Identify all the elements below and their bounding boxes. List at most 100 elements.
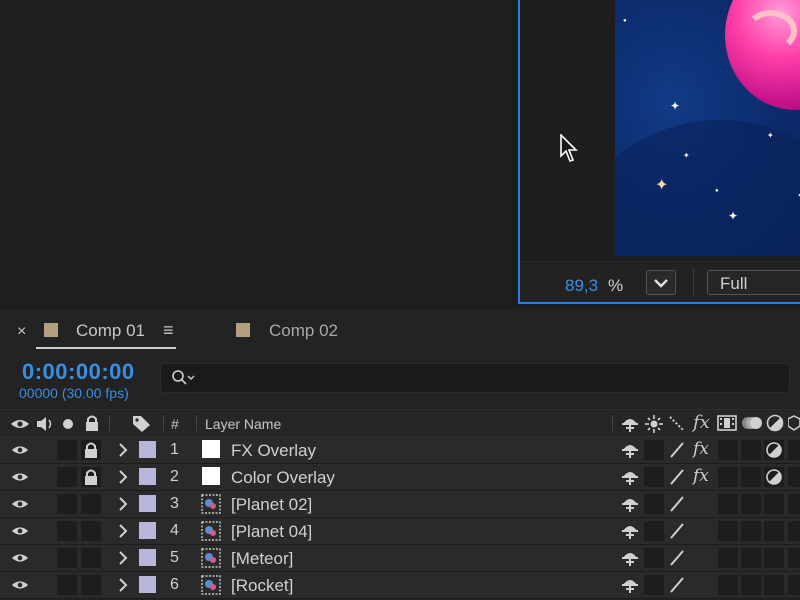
eye-icon[interactable] <box>11 525 29 537</box>
layer-row[interactable]: 2 Color Overlay fx <box>0 464 800 491</box>
lock-icon[interactable] <box>84 414 100 432</box>
collapse-toggle[interactable] <box>644 467 664 487</box>
composition-canvas[interactable]: ✦ ● ✦ ✦ ✦ ✦ ● ✦ <box>615 0 800 256</box>
chevron-right-icon[interactable] <box>118 443 128 457</box>
solo-toggle[interactable] <box>57 494 77 514</box>
layer-name[interactable]: [Rocket] <box>231 576 293 596</box>
solo-toggle[interactable] <box>57 521 77 541</box>
eye-icon[interactable] <box>11 498 29 510</box>
label-color-swatch[interactable] <box>139 549 156 566</box>
3d-toggle[interactable] <box>788 467 800 487</box>
shy-switch-icon[interactable] <box>620 495 640 513</box>
eye-icon[interactable] <box>11 471 29 483</box>
zoom-dropdown[interactable] <box>646 270 676 295</box>
quality-slash-icon[interactable] <box>668 495 686 513</box>
3d-toggle[interactable] <box>788 440 800 460</box>
adjustment-toggle[interactable] <box>764 575 784 595</box>
layer-name[interactable]: FX Overlay <box>231 441 316 461</box>
solo-toggle[interactable] <box>57 575 77 595</box>
layer-name[interactable]: [Planet 02] <box>231 495 312 515</box>
lock-toggle[interactable] <box>81 548 101 568</box>
label-color-swatch[interactable] <box>139 468 156 485</box>
3d-toggle[interactable] <box>788 575 800 595</box>
fx-icon[interactable]: fx <box>693 439 709 459</box>
motion-blur-toggle[interactable] <box>741 467 761 487</box>
label-color-swatch[interactable] <box>139 522 156 539</box>
frame-blend-toggle[interactable] <box>718 548 738 568</box>
lock-toggle[interactable] <box>81 440 101 460</box>
lock-toggle[interactable] <box>81 467 101 487</box>
layer-row[interactable]: 6 [Rocket] <box>0 572 800 599</box>
current-timecode[interactable]: 0:00:00:00 <box>22 359 135 385</box>
composition-viewer[interactable]: ✦ ● ✦ ✦ ✦ ✦ ● ✦ 89,3 % Full <box>518 0 800 304</box>
quality-slash-icon[interactable] <box>668 441 686 459</box>
label-color-swatch[interactable] <box>139 495 156 512</box>
motion-blur-toggle[interactable] <box>741 440 761 460</box>
fx-icon[interactable]: fx <box>693 466 709 486</box>
collapse-toggle[interactable] <box>644 575 664 595</box>
label-tag-icon[interactable] <box>132 415 152 433</box>
motion-blur-toggle[interactable] <box>741 494 761 514</box>
3d-toggle[interactable] <box>788 494 800 514</box>
quality-slash-icon[interactable] <box>668 576 686 594</box>
collapse-sun-icon[interactable] <box>645 415 663 433</box>
shy-switch-icon[interactable] <box>620 415 640 433</box>
layer-name[interactable]: [Planet 04] <box>231 522 312 542</box>
adjustment-layer-icon[interactable] <box>766 414 784 432</box>
adjustment-toggle[interactable] <box>764 440 784 460</box>
shy-switch-icon[interactable] <box>620 549 640 567</box>
shy-switch-icon[interactable] <box>620 576 640 594</box>
frame-blend-toggle[interactable] <box>718 521 738 541</box>
layer-search-input[interactable] <box>160 363 790 393</box>
frame-blend-toggle[interactable] <box>718 494 738 514</box>
frame-blend-icon[interactable] <box>717 414 737 432</box>
shy-switch-icon[interactable] <box>620 468 640 486</box>
quality-slash-icon[interactable] <box>668 468 686 486</box>
resolution-dropdown[interactable]: Full <box>707 270 800 295</box>
frame-blend-toggle[interactable] <box>718 467 738 487</box>
motion-blur-icon[interactable] <box>741 414 763 432</box>
speaker-icon[interactable] <box>35 415 55 433</box>
shy-switch-icon[interactable] <box>620 441 640 459</box>
frame-blend-toggle[interactable] <box>718 575 738 595</box>
chevron-right-icon[interactable] <box>118 524 128 538</box>
shy-switch-icon[interactable] <box>620 522 640 540</box>
layer-name[interactable]: Color Overlay <box>231 468 335 488</box>
collapse-toggle[interactable] <box>644 521 664 541</box>
chevron-right-icon[interactable] <box>118 497 128 511</box>
layer-row[interactable]: 4 [Planet 04] <box>0 518 800 545</box>
layer-name[interactable]: [Meteor] <box>231 549 293 569</box>
label-color-swatch[interactable] <box>139 576 156 593</box>
lock-toggle[interactable] <box>81 494 101 514</box>
solo-toggle[interactable] <box>57 548 77 568</box>
quality-icon[interactable] <box>668 415 686 433</box>
lock-toggle[interactable] <box>81 521 101 541</box>
layer-row[interactable]: 5 [Meteor] <box>0 545 800 572</box>
close-tab-button[interactable]: × <box>17 323 26 351</box>
solo-icon[interactable] <box>62 418 74 430</box>
zoom-value[interactable]: 89,3 <box>565 276 598 296</box>
layer-row[interactable]: 1 FX Overlay fx <box>0 437 800 464</box>
3d-layer-icon[interactable] <box>788 414 800 432</box>
fx-header-icon[interactable]: fx <box>693 412 710 433</box>
eye-icon[interactable] <box>11 579 29 591</box>
label-color-swatch[interactable] <box>139 441 156 458</box>
eye-icon[interactable] <box>10 418 30 430</box>
panel-menu-icon[interactable]: ≡ <box>163 320 174 348</box>
collapse-toggle[interactable] <box>644 548 664 568</box>
collapse-toggle[interactable] <box>644 440 664 460</box>
lock-toggle[interactable] <box>81 575 101 595</box>
eye-icon[interactable] <box>11 444 29 456</box>
motion-blur-toggle[interactable] <box>741 575 761 595</box>
layer-number-header[interactable]: # <box>171 416 179 432</box>
quality-slash-icon[interactable] <box>668 522 686 540</box>
frame-blend-toggle[interactable] <box>718 440 738 460</box>
chevron-right-icon[interactable] <box>118 578 128 592</box>
layer-name-header[interactable]: Layer Name <box>205 416 281 432</box>
solo-toggle[interactable] <box>57 440 77 460</box>
3d-toggle[interactable] <box>788 548 800 568</box>
3d-toggle[interactable] <box>788 521 800 541</box>
adjustment-toggle[interactable] <box>764 548 784 568</box>
adjustment-toggle[interactable] <box>764 467 784 487</box>
motion-blur-toggle[interactable] <box>741 548 761 568</box>
